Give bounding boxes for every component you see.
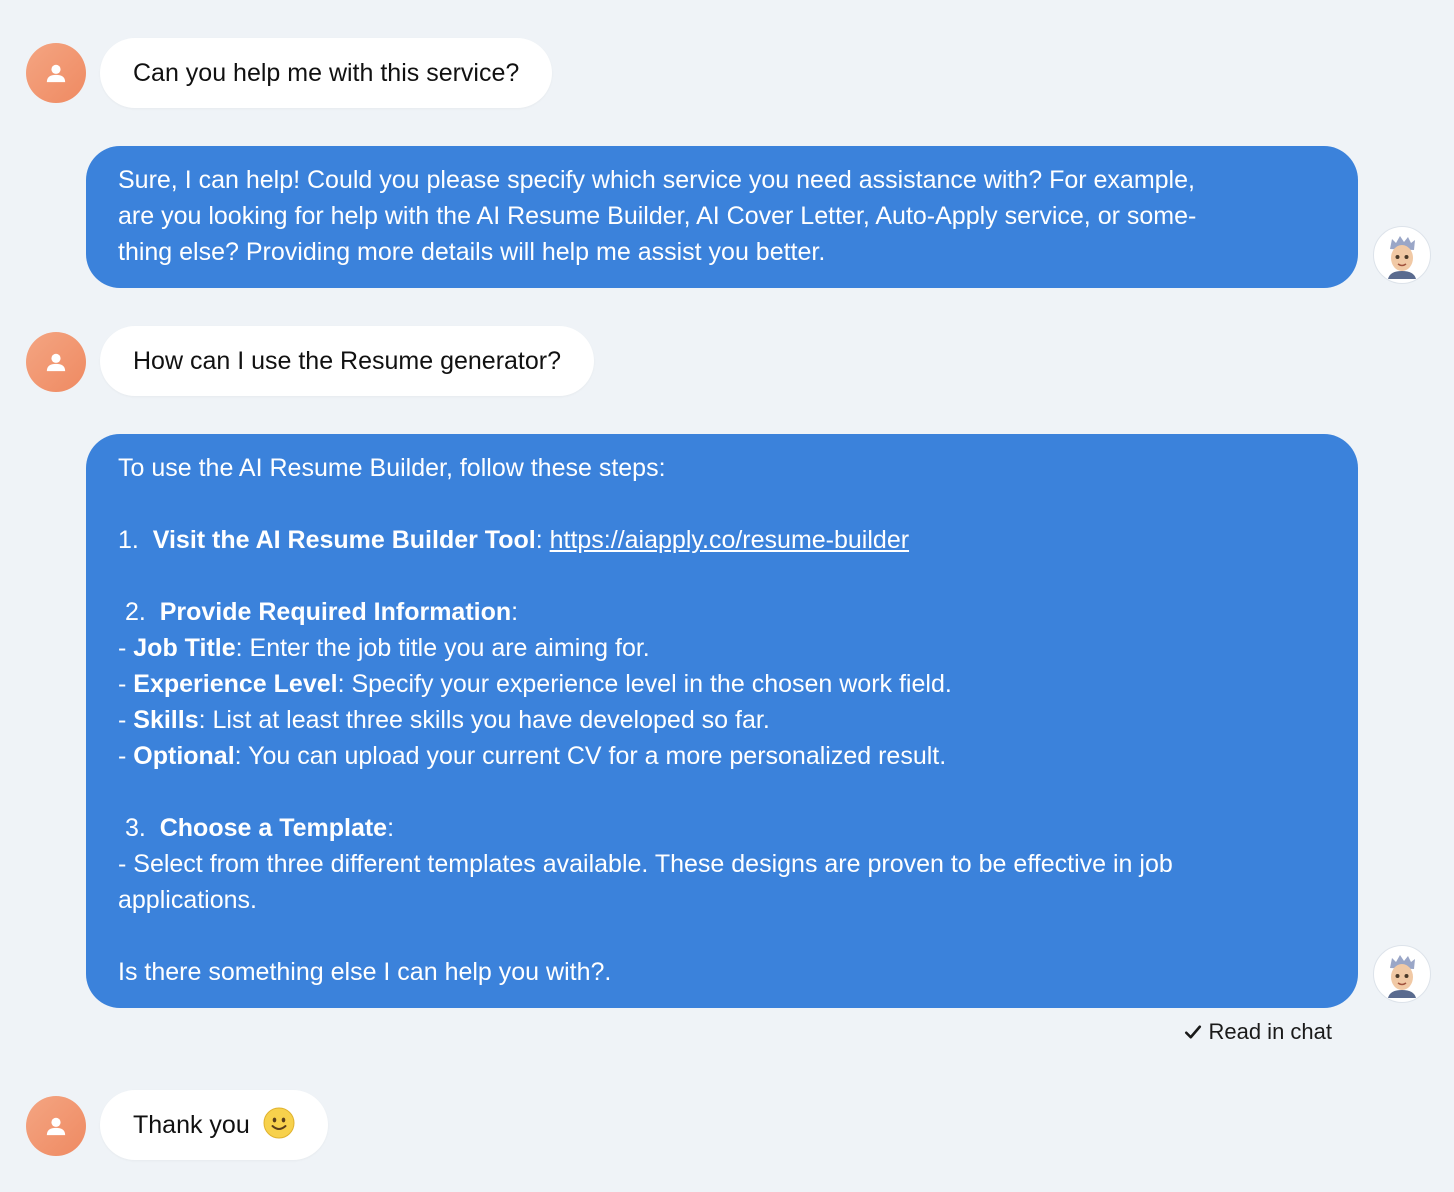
- user-message-bubble: Can you help me with this service?: [100, 38, 553, 108]
- user-avatar-icon: [26, 332, 86, 392]
- list-item: - Skills: List at least three skills you…: [118, 706, 770, 734]
- message-text: Thank you: [133, 1111, 250, 1139]
- step-title: Choose a Template: [159, 814, 388, 842]
- list-item: - Experience Level: Specify your experie…: [118, 670, 952, 698]
- message-line: Sure, I can help! Could you please speci…: [118, 166, 1195, 194]
- read-status-label: Read in chat: [1208, 1019, 1332, 1044]
- agent-avatar-icon: [1373, 226, 1431, 284]
- user-avatar-icon: [26, 1096, 86, 1156]
- resume-builder-link[interactable]: https://aiapply.co/resume-builder: [550, 526, 909, 554]
- message-line: are you looking for help with the AI Res…: [118, 202, 1197, 230]
- slightly-smiling-face-icon: [263, 1107, 295, 1139]
- agent-avatar-icon: [1373, 945, 1431, 1003]
- message-intro: To use the AI Resume Builder, follow the…: [118, 454, 666, 482]
- chat-thread: Can you help me with this service? Sure,…: [0, 0, 1454, 1192]
- read-status: Read in chat: [1184, 1019, 1332, 1045]
- list-item: - Job Title: Enter the job title you are…: [118, 634, 650, 662]
- checkmark-icon: [1185, 1025, 1202, 1039]
- step-title: Provide Required Information: [159, 598, 512, 626]
- message-text: Can you help me with this service?: [133, 59, 520, 87]
- message-text: How can I use the Resume generator?: [133, 347, 562, 375]
- step-3: 3. Choose a Template:: [124, 814, 395, 842]
- message-closing: Is there something else I can help you w…: [118, 958, 612, 986]
- step-1: 1. Visit the AI Resume Builder Tool: htt…: [118, 526, 910, 554]
- agent-message-bubble: Sure, I can help! Could you please speci…: [86, 146, 1358, 288]
- step-title: Visit the AI Resume Builder Tool: [152, 526, 536, 554]
- message-line: thing else? Providing more details will …: [118, 238, 826, 266]
- list-item: - Optional: You can upload your current …: [118, 742, 947, 770]
- user-avatar-icon: [26, 43, 86, 103]
- list-item: applications.: [118, 886, 257, 914]
- user-message-bubble: How can I use the Resume generator?: [100, 326, 595, 396]
- agent-message-bubble: To use the AI Resume Builder, follow the…: [86, 434, 1358, 1008]
- list-item: - Select from three different templates …: [118, 850, 1173, 878]
- step-2: 2. Provide Required Information:: [124, 598, 519, 626]
- user-message-bubble: Thank you: [100, 1090, 328, 1160]
